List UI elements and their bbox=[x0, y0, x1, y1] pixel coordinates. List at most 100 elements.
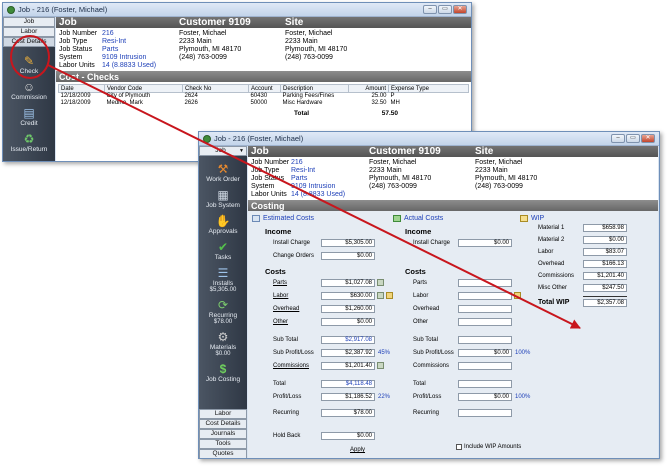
calculator-icon bbox=[252, 215, 260, 222]
cell: 2626 bbox=[184, 100, 198, 106]
col-check-no[interactable]: Check No bbox=[182, 84, 249, 93]
back-header-bar: Job Customer 9109 Site bbox=[56, 17, 471, 28]
side-item-check[interactable]: ✎ Check bbox=[3, 53, 55, 76]
info-row: Labor Units 14 (8.8833 Used) bbox=[251, 191, 345, 199]
est-recurring-field[interactable]: $78.00 bbox=[321, 409, 375, 417]
job-status-link[interactable]: Parts bbox=[291, 175, 307, 183]
folder-icon[interactable] bbox=[386, 292, 393, 299]
calculator-icon[interactable] bbox=[377, 292, 384, 299]
side-item-approvals[interactable]: ✋ Approvals bbox=[199, 213, 247, 236]
cost-checks-bar: Cost - Checks bbox=[56, 71, 471, 82]
wip-misc-other-field: $247.50 bbox=[583, 284, 627, 292]
side-tab-job[interactable]: Job bbox=[3, 17, 55, 27]
job-type-link[interactable]: Resi-Int bbox=[291, 167, 315, 175]
wrench-icon: ⚒ bbox=[217, 161, 229, 176]
calculator-icon[interactable] bbox=[377, 362, 384, 369]
est-parts-field[interactable]: $1,027.08 bbox=[321, 279, 375, 287]
est-commissions-field[interactable]: $1,201.40 bbox=[321, 362, 375, 370]
side-item-job-system[interactable]: ▦ Job System bbox=[199, 187, 247, 210]
col-account[interactable]: Account bbox=[248, 84, 281, 93]
act-other-field[interactable] bbox=[458, 318, 512, 326]
info-row: Job Status Parts bbox=[251, 175, 345, 183]
est-install-charge-field[interactable]: $5,305.00 bbox=[321, 239, 375, 247]
folder-icon[interactable] bbox=[514, 292, 521, 299]
side-item-materials[interactable]: ⚙ Materials $0.00 bbox=[199, 329, 247, 358]
other-label: Other bbox=[273, 319, 289, 325]
close-button[interactable]: ✕ bbox=[641, 134, 655, 143]
maximize-button[interactable]: ▭ bbox=[626, 134, 640, 143]
wip-divider bbox=[583, 296, 627, 297]
act-install-charge-field[interactable]: $0.00 bbox=[458, 239, 512, 247]
act-total-field bbox=[458, 380, 512, 388]
address-line: (248) 763-0099 bbox=[179, 54, 227, 61]
back-title-bar[interactable]: Job - 216 (Foster, Michael) – ▭ ✕ bbox=[3, 3, 471, 17]
side-item-amount: $78.00 bbox=[213, 319, 233, 325]
est-sub-profit-field: $2,387.92 bbox=[321, 349, 375, 357]
side-item-job-costing[interactable]: $ Job Costing bbox=[199, 361, 247, 384]
side-item-tasks[interactable]: ✔ Tasks bbox=[199, 239, 247, 262]
checkbox-box[interactable] bbox=[456, 444, 462, 450]
include-wip-checkbox[interactable]: Include WIP Amounts bbox=[456, 444, 521, 450]
front-title-bar[interactable]: Job - 216 (Foster, Michael) – ▭ ✕ bbox=[199, 132, 659, 146]
side-item-credit[interactable]: ▤ Credit bbox=[3, 105, 55, 128]
side-tab-journals[interactable]: Journals bbox=[199, 429, 247, 439]
close-button[interactable]: ✕ bbox=[453, 5, 467, 14]
job-status-link[interactable]: Parts bbox=[102, 46, 118, 54]
side-tab-job[interactable]: Job ▼ bbox=[199, 146, 247, 156]
minimize-button[interactable]: – bbox=[611, 134, 625, 143]
est-labor-field[interactable]: $630.00 bbox=[321, 292, 375, 300]
system-link[interactable]: 9109 Intrusion bbox=[291, 183, 335, 191]
front-window-title: Job - 216 (Foster, Michael) bbox=[214, 134, 304, 143]
est-change-orders-field[interactable]: $0.00 bbox=[321, 252, 375, 260]
side-tab-tools[interactable]: Tools bbox=[199, 439, 247, 449]
wip-material2-field: $0.00 bbox=[583, 236, 627, 244]
act-sub-total-label: Sub Total bbox=[413, 337, 438, 343]
side-tab-cost-details[interactable]: Cost Details bbox=[3, 37, 55, 47]
act-overhead-field[interactable] bbox=[458, 305, 512, 313]
table-row[interactable]: 12/18/2009 Medina, Mark 2626 50000 Misc … bbox=[59, 100, 469, 107]
act-parts-field[interactable] bbox=[458, 279, 512, 287]
job-number-link[interactable]: 216 bbox=[102, 30, 114, 38]
col-description[interactable]: Description bbox=[280, 84, 349, 93]
address-line: Plymouth, MI 48170 bbox=[179, 46, 242, 53]
col-vendor[interactable]: Vendor Code bbox=[104, 84, 183, 93]
act-commissions-field[interactable] bbox=[458, 362, 512, 370]
job-type-link[interactable]: Resi-Int bbox=[102, 38, 126, 46]
apply-button[interactable]: Apply bbox=[350, 447, 365, 453]
side-item-amount: $5,305.00 bbox=[209, 287, 237, 293]
minimize-button[interactable]: – bbox=[423, 5, 437, 14]
side-item-installs[interactable]: ☰ Installs $5,305.00 bbox=[199, 265, 247, 294]
maximize-button[interactable]: ▭ bbox=[438, 5, 452, 14]
calculator-icon[interactable] bbox=[377, 279, 384, 286]
site-header: Site bbox=[475, 146, 494, 157]
side-tab-quotes[interactable]: Quotes bbox=[199, 449, 247, 458]
col-expense-type[interactable]: Expense Type bbox=[388, 84, 469, 93]
estimated-costs-heading: Costs bbox=[265, 267, 286, 276]
col-amount[interactable]: Amount bbox=[348, 84, 389, 93]
wip-material1-field: $658.98 bbox=[583, 224, 627, 232]
side-tab-job-label: Job bbox=[215, 147, 226, 154]
act-recurring-field[interactable] bbox=[458, 409, 512, 417]
est-overhead-field[interactable]: $1,260.00 bbox=[321, 305, 375, 313]
labor-units-link[interactable]: 14 (8.8833 Used) bbox=[102, 62, 156, 70]
side-tab-labor[interactable]: Labor bbox=[199, 409, 247, 419]
side-item-work-order[interactable]: ⚒ Work Order bbox=[199, 161, 247, 184]
job-number-link[interactable]: 216 bbox=[291, 159, 303, 167]
site-header: Site bbox=[285, 17, 304, 28]
labor-units-link[interactable]: 14 (8.8833 Used) bbox=[291, 191, 345, 199]
est-other-field[interactable]: $0.00 bbox=[321, 318, 375, 326]
address-line: (248) 763-0099 bbox=[475, 183, 523, 190]
side-item-recurring[interactable]: ⟳ Recurring $78.00 bbox=[199, 297, 247, 326]
system-link[interactable]: 9109 Intrusion bbox=[102, 54, 146, 62]
side-item-issue-return[interactable]: ♻ Issue/Return bbox=[3, 131, 55, 154]
act-labor-field[interactable] bbox=[458, 292, 512, 300]
sub-total-label: Sub Total bbox=[273, 337, 298, 343]
dropdown-icon[interactable]: ▼ bbox=[239, 147, 244, 155]
col-date[interactable]: Date bbox=[58, 84, 105, 93]
total-wip-field: $2,357.08 bbox=[583, 299, 627, 307]
side-tab-labor[interactable]: Labor bbox=[3, 27, 55, 37]
side-tab-cost-details[interactable]: Cost Details bbox=[199, 419, 247, 429]
table-row[interactable]: 12/18/2009 City of Plymouth 2624 60430 P… bbox=[59, 93, 469, 100]
side-item-commission[interactable]: ☺ Commission bbox=[3, 79, 55, 102]
hold-back-field[interactable]: $0.00 bbox=[321, 432, 375, 440]
